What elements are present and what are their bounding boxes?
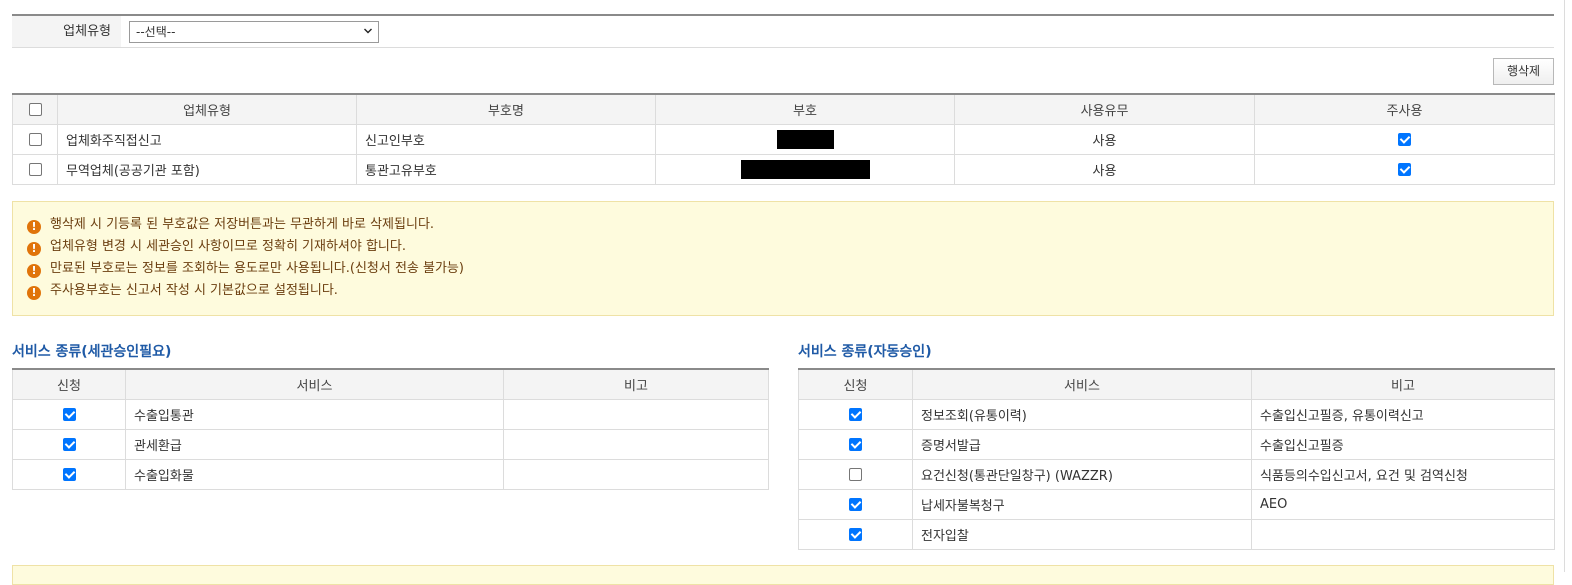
apply-checkbox[interactable] — [62, 438, 76, 451]
note-cell — [503, 459, 769, 490]
company-type-cell: 무역업체(공공기관 포함) — [57, 154, 357, 185]
apply-checkbox[interactable] — [849, 468, 862, 481]
notice-item: ! 업체유형 변경 시 세관승인 사항이므로 정확히 기재하셔야 합니다. — [27, 236, 1539, 258]
column-header: 부호 — [655, 93, 955, 125]
use-status-cell: 사용 — [954, 154, 1255, 185]
select-all-header — [12, 93, 58, 125]
apply-checkbox[interactable] — [849, 438, 862, 451]
note-cell: 수출입신고필증 — [1251, 429, 1555, 460]
table-row: 정보조회(유통이력) 수출입신고필증, 유통이력신고 — [798, 399, 1555, 430]
exclamation-icon: ! — [27, 264, 41, 278]
redacted-code — [776, 130, 834, 149]
apply-checkbox[interactable] — [849, 498, 862, 511]
service-cell: 요건신청(통관단일창구) (WAZZR) — [912, 459, 1252, 490]
apply-checkbox[interactable] — [62, 408, 76, 421]
scroll-edge — [1564, 0, 1565, 572]
row-select-checkbox[interactable] — [28, 133, 42, 146]
company-type-cell: 업체화주직접신고 — [57, 124, 357, 155]
select-all-checkbox[interactable] — [28, 103, 42, 116]
notice-item: ! 주사용부호는 신고서 작성 시 기본값으로 설정됩니다. — [27, 280, 1539, 302]
column-header: 서비스 — [125, 368, 504, 400]
redacted-code — [740, 160, 870, 179]
service-cell: 수출입통관 — [125, 399, 504, 430]
service-cell: 정보조회(유통이력) — [912, 399, 1252, 430]
exclamation-icon: ! — [27, 220, 41, 234]
exclamation-icon: ! — [27, 286, 41, 300]
company-type-select-value: --선택-- — [136, 25, 176, 39]
notice-item: ! 만료된 부호로는 정보를 조회하는 용도로만 사용됩니다.(신청서 전송 불가… — [27, 258, 1539, 280]
company-type-label: 업체유형 — [12, 16, 121, 47]
company-type-filter: 업체유형 --선택-- — [12, 16, 1554, 48]
note-cell: 수출입신고필증, 유통이력신고 — [1251, 399, 1555, 430]
column-header: 사용유무 — [954, 93, 1255, 125]
column-header: 신청 — [12, 368, 126, 400]
table-row: 무역업체(공공기관 포함) 통관고유부호 사용 — [12, 154, 1555, 185]
column-header: 주사용 — [1254, 93, 1555, 125]
apply-checkbox[interactable] — [849, 528, 862, 541]
services-customs-table: 신청 서비스 비고 수출입통관 관세환급 수출입화물 — [12, 368, 769, 490]
table-row: 수출입통관 — [12, 399, 769, 430]
code-name-cell: 신고인부호 — [356, 124, 656, 155]
bottom-notice-box — [12, 565, 1554, 585]
services-auto-table: 신청 서비스 비고 정보조회(유통이력) 수출입신고필증, 유통이력신고 증명서… — [798, 368, 1555, 550]
section-title-auto: 서비스 종류(자동승인) — [798, 344, 932, 360]
table-row: 업체화주직접신고 신고인부호 사용 — [12, 124, 1555, 155]
column-header: 신청 — [798, 368, 913, 400]
column-header: 업체유형 — [57, 93, 357, 125]
notice-box: ! 행삭제 시 기등록 된 부호값은 저장버튼과는 무관하게 바로 삭제됩니다. … — [12, 201, 1554, 316]
chevron-down-icon — [364, 28, 372, 34]
service-cell: 증명서발급 — [912, 429, 1252, 460]
delete-row-button[interactable]: 행삭제 — [1493, 58, 1554, 85]
exclamation-icon: ! — [27, 242, 41, 256]
note-cell — [503, 429, 769, 460]
use-status-cell: 사용 — [954, 124, 1255, 155]
note-cell: AEO — [1251, 489, 1555, 520]
service-cell: 납세자불복청구 — [912, 489, 1252, 520]
section-title-customs: 서비스 종류(세관승인필요) — [12, 344, 172, 360]
column-header: 부호명 — [356, 93, 656, 125]
apply-checkbox[interactable] — [849, 408, 862, 421]
note-cell: 식품등의수입신고서, 요건 및 검역신청 — [1251, 459, 1555, 490]
service-cell: 전자입찰 — [912, 519, 1252, 550]
primary-use-checkbox[interactable] — [1398, 133, 1411, 146]
column-header: 서비스 — [912, 368, 1252, 400]
column-header: 비고 — [503, 368, 769, 400]
service-cell: 관세환급 — [125, 429, 504, 460]
table-row: 관세환급 — [12, 429, 769, 460]
apply-checkbox[interactable] — [62, 468, 76, 481]
table-row: 납세자불복청구 AEO — [798, 489, 1555, 520]
primary-use-checkbox[interactable] — [1398, 163, 1411, 176]
note-cell — [1251, 519, 1555, 550]
notice-item: ! 행삭제 시 기등록 된 부호값은 저장버튼과는 무관하게 바로 삭제됩니다. — [27, 214, 1539, 236]
row-select-checkbox[interactable] — [28, 163, 42, 176]
table-row: 전자입찰 — [798, 519, 1555, 550]
column-header: 비고 — [1251, 368, 1555, 400]
table-row: 수출입화물 — [12, 459, 769, 490]
table-row: 증명서발급 수출입신고필증 — [798, 429, 1555, 460]
table-row: 요건신청(통관단일창구) (WAZZR) 식품등의수입신고서, 요건 및 검역신… — [798, 459, 1555, 490]
note-cell — [503, 399, 769, 430]
registration-table: 업체유형 부호명 부호 사용유무 주사용 업체화주직접신고 신고인부호 사용 무… — [12, 93, 1555, 185]
service-cell: 수출입화물 — [125, 459, 504, 490]
code-name-cell: 통관고유부호 — [356, 154, 656, 185]
company-type-select[interactable]: --선택-- — [129, 21, 379, 43]
